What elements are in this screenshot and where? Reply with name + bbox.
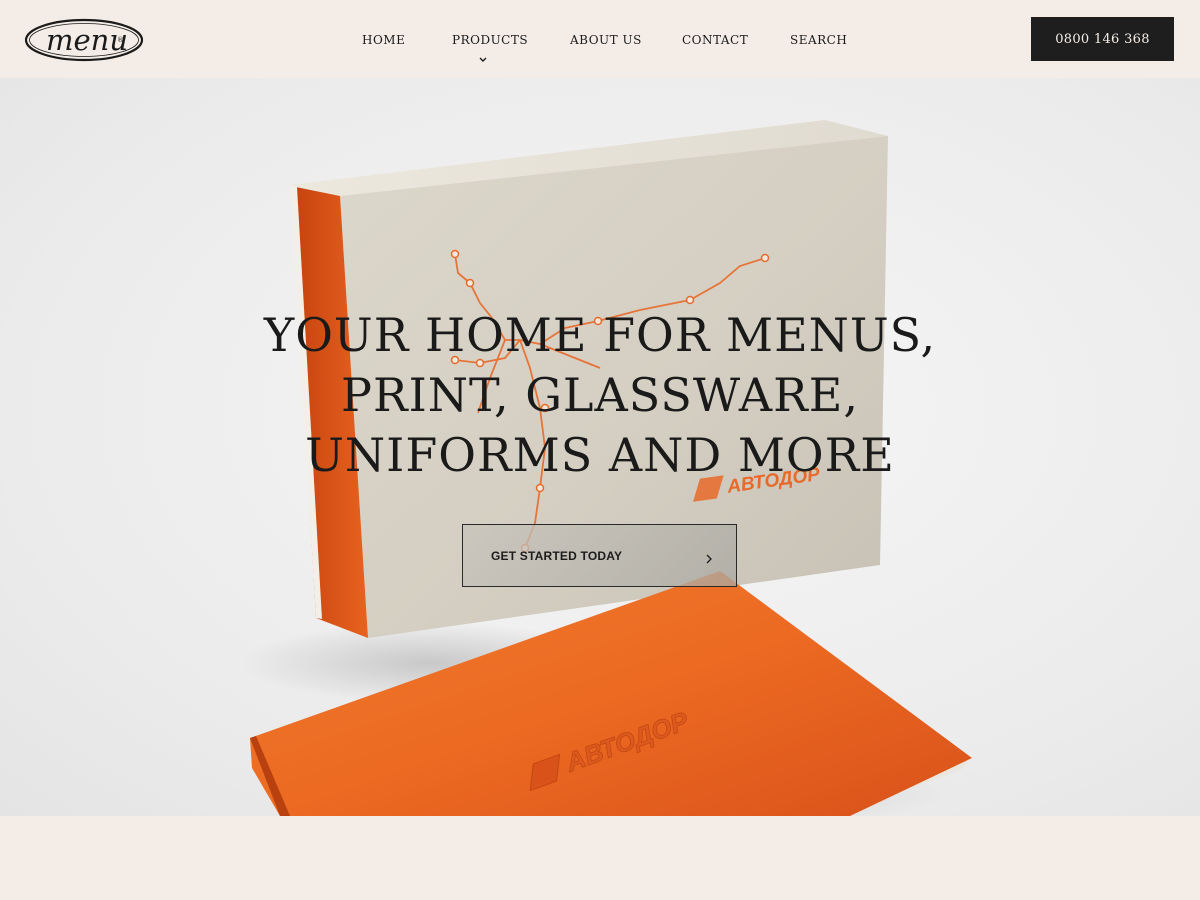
- main-nav: HOME PRODUCTS ABOUT US CONTACT SEARCH: [0, 33, 1200, 53]
- get-started-label: GET STARTED TODAY: [491, 549, 623, 563]
- headline-line-3: UNIFORMS AND MORE: [305, 428, 895, 482]
- nav-contact[interactable]: CONTACT: [682, 33, 748, 47]
- nav-products[interactable]: PRODUCTS: [452, 33, 528, 47]
- nav-search[interactable]: SEARCH: [790, 33, 847, 47]
- get-started-button[interactable]: GET STARTED TODAY: [462, 524, 737, 587]
- headline-line-1: YOUR HOME FOR MENUS,: [263, 308, 937, 362]
- phone-button[interactable]: 0800 146 368: [1031, 17, 1174, 61]
- chevron-down-icon[interactable]: [478, 49, 488, 62]
- site-header: menu ® HOME PRODUCTS ABOUT US CONTACT SE…: [0, 0, 1200, 78]
- headline-line-2: PRINT, GLASSWARE,: [341, 368, 859, 422]
- nav-about-us[interactable]: ABOUT US: [570, 33, 642, 47]
- hero-headline: YOUR HOME FOR MENUS, PRINT, GLASSWARE, U…: [0, 305, 1200, 485]
- page-bottom-band: [0, 816, 1200, 900]
- chevron-right-icon: [705, 550, 713, 564]
- nav-home[interactable]: HOME: [362, 33, 405, 47]
- hero-section: АВТОДОР АВТОДОР YOUR HOME FOR MENUS, PRI…: [0, 78, 1200, 816]
